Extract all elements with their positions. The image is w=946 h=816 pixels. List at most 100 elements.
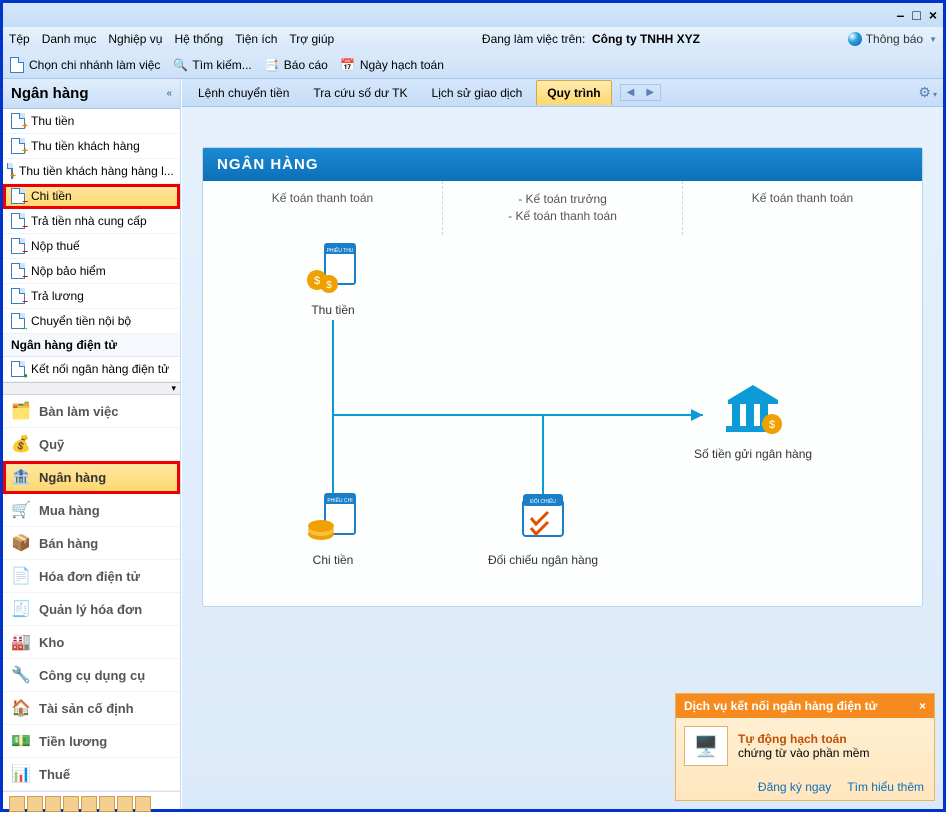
sidebar-item-label: Thu tiền: [31, 114, 74, 128]
sidebar-item-label: Nộp bảo hiểm: [31, 264, 106, 278]
nav-module-6[interactable]: 🧾Quản lý hóa đơn: [3, 593, 180, 626]
tab-2[interactable]: Lịch sử giao dịch: [422, 81, 533, 105]
link-dang-ky[interactable]: Đăng ký ngay: [758, 780, 831, 794]
nav-module-2[interactable]: 🏦 Ngân hàng: [3, 461, 180, 494]
nav-module-1[interactable]: 💰Quỹ: [3, 428, 180, 461]
thongbao-button[interactable]: Thông báo ▼: [848, 32, 937, 46]
nav-module-label: Mua hàng: [39, 503, 100, 518]
workflow-node-so-tien-gui[interactable]: $ Số tiền gửi ngân hàng: [683, 380, 823, 461]
sidebar-item-label: Trả tiền nhà cung cấp: [31, 214, 147, 228]
document-icon: [11, 213, 25, 229]
menu-tro-giup[interactable]: Trợ giúp: [289, 32, 334, 46]
report-icon: 📑: [264, 57, 280, 73]
nav-module-0[interactable]: 🗂️ Bàn làm việc: [3, 395, 180, 428]
module-icon: 🏦: [11, 467, 31, 487]
nav-module-11[interactable]: 📊Thuế: [3, 758, 180, 791]
notification-box: Dịch vụ kết nối ngân hàng điện tử × 🖥️ T…: [675, 693, 935, 801]
document-icon: [11, 313, 25, 329]
nav-module-7[interactable]: 🏭 Kho: [3, 626, 180, 659]
menu-danh-muc[interactable]: Danh mục: [42, 32, 97, 46]
document-icon: [11, 138, 25, 154]
workflow-node-thu-tien[interactable]: PHIẾU THU$$ Thu tiền: [263, 240, 403, 317]
svg-text:$: $: [326, 280, 332, 291]
titlebar: – □ ×: [3, 3, 943, 27]
reconcile-icon: ĐỐI CHIẾU: [513, 490, 573, 549]
sidebar-item-2[interactable]: Thu tiền khách hàng hàng l...: [3, 159, 180, 184]
close-button[interactable]: ×: [929, 7, 937, 23]
nav-module-4[interactable]: 📦Bán hàng: [3, 527, 180, 560]
svg-text:PHIẾU CHI: PHIẾU CHI: [327, 497, 352, 504]
sidebar-item-8[interactable]: Chuyển tiền nội bộ: [3, 309, 180, 334]
sidebar-list-2: Kết nối ngân hàng điện tử: [3, 357, 180, 382]
nav-module-10[interactable]: 💵Tiền lương: [3, 725, 180, 758]
menu-he-thong[interactable]: Hệ thống: [174, 32, 223, 46]
nav-module-8[interactable]: 🔧 Công cụ dụng cụ: [3, 659, 180, 692]
module-icon: 📊: [11, 764, 31, 784]
sidebar-item-3[interactable]: Chi tiền: [3, 184, 180, 209]
sidebar-mini-icons[interactable]: [3, 791, 180, 816]
chevron-down-icon: ▼: [929, 35, 937, 44]
workflow-columns: Kế toán thanh toán - Kế toán trưởng - Kế…: [203, 181, 922, 235]
nav-module-3[interactable]: 🛒Mua hàng: [3, 494, 180, 527]
module-icon: 🏭: [11, 632, 31, 652]
document-icon: [11, 188, 25, 204]
module-icon: 📦: [11, 533, 31, 553]
tab-nav[interactable]: ◀▶: [620, 84, 661, 101]
menu-tien-ich[interactable]: Tiện ích: [235, 32, 277, 46]
module-icon: 🗂️: [11, 401, 31, 421]
workflow-node-doi-chieu[interactable]: ĐỐI CHIẾU Đối chiếu ngân hàng: [473, 490, 613, 567]
sidebar-item-label: Trả lương: [31, 289, 84, 303]
context-label: Đang làm việc trên: Công ty TNHH XYZ: [482, 32, 700, 46]
chevron-right-icon[interactable]: ▶: [640, 85, 660, 100]
notification-header: Dịch vụ kết nối ngân hàng điện tử ×: [676, 694, 934, 718]
sidebar-item-6[interactable]: Nộp bảo hiểm: [3, 259, 180, 284]
nav-module-label: Hóa đơn điện tử: [39, 569, 140, 584]
module-icon: 🔧: [11, 665, 31, 685]
sidebar-item2-0[interactable]: Kết nối ngân hàng điện tử: [3, 357, 180, 382]
sidebar-item-5[interactable]: Nộp thuế: [3, 234, 180, 259]
notification-text: Tự động hạch toán chứng từ vào phần mềm: [738, 732, 869, 760]
svg-text:ĐỐI CHIẾU: ĐỐI CHIẾU: [530, 498, 556, 505]
workflow-col-right: Kế toán thanh toán: [683, 181, 922, 235]
collapse-icon[interactable]: «: [166, 88, 172, 99]
menubar: Tệp Danh mục Nghiệp vụ Hệ thống Tiện ích…: [3, 27, 943, 51]
nav-module-label: Công cụ dụng cụ: [39, 668, 145, 683]
nav-module-9[interactable]: 🏠Tài sản cố định: [3, 692, 180, 725]
sidebar-item-0[interactable]: Thu tiền: [3, 109, 180, 134]
nav-module-label: Ngân hàng: [39, 470, 106, 485]
sidebar-scroll-indicator[interactable]: ▾: [3, 382, 180, 394]
minimize-button[interactable]: –: [897, 7, 905, 23]
module-icon: 💵: [11, 731, 31, 751]
nav-module-label: Quỹ: [39, 437, 64, 452]
menu-nghiep-vu[interactable]: Nghiệp vụ: [108, 32, 162, 46]
toolbar-ngay-hach-toan[interactable]: 📅 Ngày hạch toán: [340, 57, 444, 73]
calendar-icon: 📅: [340, 57, 356, 73]
menu-tep[interactable]: Tệp: [9, 32, 30, 46]
toolbar-bao-cao[interactable]: 📑 Báo cáo: [264, 57, 328, 73]
gear-icon[interactable]: ⚙▾: [918, 84, 937, 101]
nav-module-label: Kho: [39, 635, 64, 650]
sidebar-item-1[interactable]: Thu tiền khách hàng: [3, 134, 180, 159]
toolbar-chon-chi-nhanh[interactable]: Chọn chi nhánh làm việc: [9, 57, 160, 73]
tab-3[interactable]: Quy trình: [536, 80, 611, 105]
bank-icon: $: [718, 380, 788, 443]
sidebar-item-label: Kết nối ngân hàng điện tử: [31, 362, 169, 376]
tab-1[interactable]: Tra cứu số dư TK: [303, 81, 417, 105]
chevron-left-icon[interactable]: ◀: [621, 85, 641, 100]
module-icon: 🏠: [11, 698, 31, 718]
receipt-in-icon: PHIẾU THU$$: [303, 240, 363, 299]
sidebar-item-4[interactable]: Trả tiền nhà cung cấp: [3, 209, 180, 234]
link-tim-hieu[interactable]: Tìm hiểu thêm: [847, 780, 924, 794]
sidebar: Ngân hàng « Thu tiềnThu tiền khách hàngT…: [3, 79, 181, 809]
nav-module-5[interactable]: 📄Hóa đơn điện tử: [3, 560, 180, 593]
workflow-node-chi-tien[interactable]: PHIẾU CHI Chi tiền: [263, 490, 403, 567]
sidebar-item-7[interactable]: Trả lương: [3, 284, 180, 309]
sidebar-header: Ngân hàng «: [3, 79, 180, 109]
close-icon[interactable]: ×: [919, 699, 926, 713]
sidebar-list: Thu tiền Thu tiền khách hàngThu tiền khác…: [3, 109, 180, 334]
sidebar-item-label: Nộp thuế: [31, 239, 80, 253]
maximize-button[interactable]: □: [912, 7, 920, 23]
toolbar-tim-kiem[interactable]: 🔍 Tìm kiếm...: [172, 57, 251, 73]
nav-module-label: Bàn làm việc: [39, 404, 119, 419]
tab-0[interactable]: Lệnh chuyển tiền: [188, 81, 299, 105]
